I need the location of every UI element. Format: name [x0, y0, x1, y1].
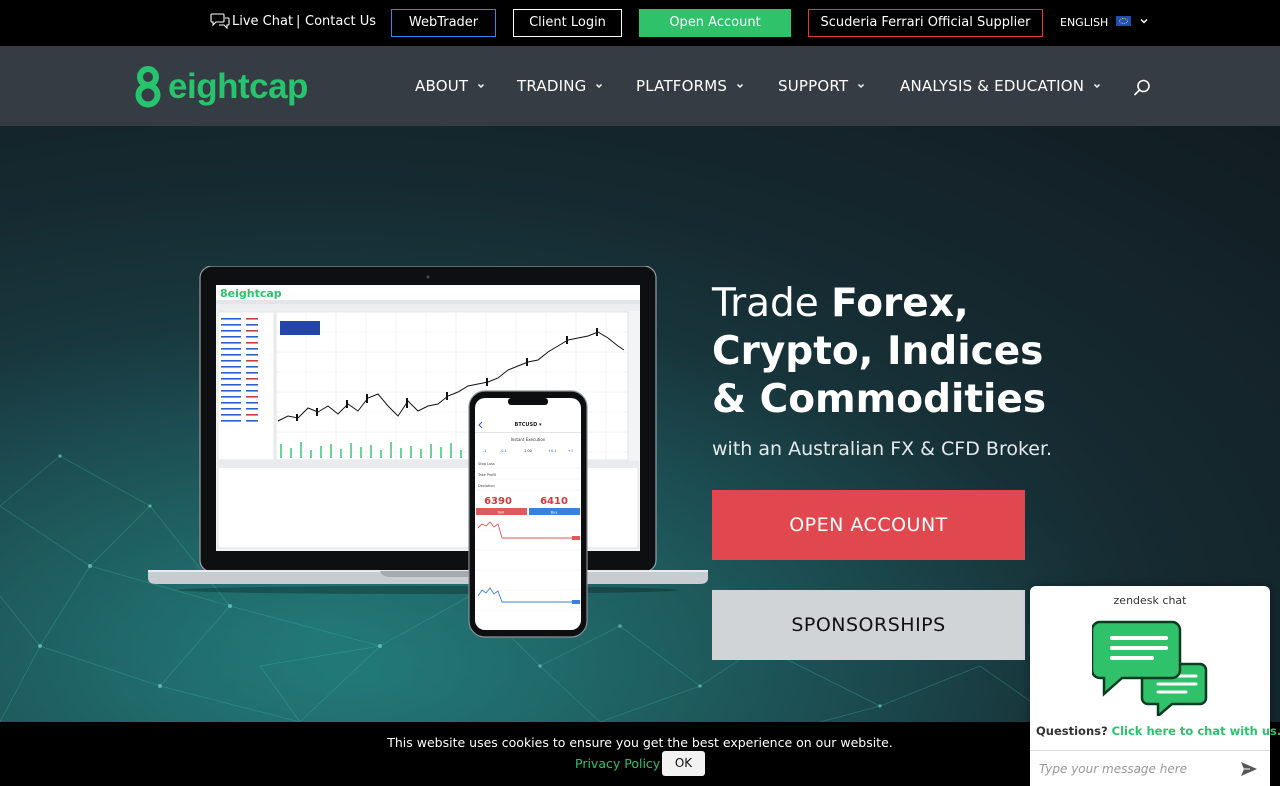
svg-text:Buy: Buy — [551, 511, 559, 515]
headline-lead: Trade — [712, 281, 832, 326]
zendesk-question[interactable]: Questions? Click here to chat with us. — [1036, 724, 1280, 738]
svg-text:BTCUSD ▾: BTCUSD ▾ — [515, 422, 542, 428]
topbar-separator: | — [296, 14, 301, 29]
privacy-policy-link[interactable]: Privacy Policy — [575, 756, 660, 771]
svg-text:-1: -1 — [483, 449, 487, 453]
nav-analysis-label: ANALYSIS & EDUCATION — [900, 77, 1085, 95]
svg-text:8eightcap: 8eightcap — [220, 287, 282, 300]
logo-text: eightcap — [168, 67, 308, 106]
zendesk-message-input[interactable] — [1039, 759, 1234, 779]
eightcap-logo[interactable]: eightcap — [132, 66, 308, 108]
nav-about[interactable]: ABOUT — [415, 77, 486, 95]
zendesk-chat-link[interactable]: Click here to chat with us. — [1112, 724, 1280, 738]
hero-subline: with an Australian FX & CFD Broker. — [712, 438, 1053, 460]
nav-platforms-label: PLATFORMS — [636, 77, 728, 95]
headline-line-1: Forex, — [831, 281, 969, 326]
nav-trading[interactable]: TRADING — [517, 77, 604, 95]
nav-analysis-education[interactable]: ANALYSIS & EDUCATION — [900, 77, 1102, 95]
nav-support-label: SUPPORT — [778, 77, 849, 95]
send-icon[interactable] — [1240, 761, 1258, 777]
cookie-ok-button[interactable]: OK — [662, 751, 705, 776]
nav-trading-label: TRADING — [517, 77, 587, 95]
chevron-down-icon — [737, 83, 744, 89]
svg-text:+0.1: +0.1 — [548, 449, 557, 453]
svg-text:Take Profit: Take Profit — [477, 473, 497, 477]
chat-icon[interactable] — [210, 12, 230, 30]
svg-text:Stop Loss: Stop Loss — [478, 462, 495, 466]
open-account-top-button[interactable]: Open Account — [639, 9, 791, 37]
svg-text:Sell: Sell — [498, 511, 505, 515]
contact-us-link[interactable]: Contact Us — [305, 14, 376, 29]
chevron-down-icon — [596, 83, 603, 89]
headline-line-3: & Commodities — [712, 377, 1047, 422]
svg-text:Deviation: Deviation — [478, 484, 495, 488]
svg-text:Instant Execution: Instant Execution — [511, 437, 546, 442]
svg-text:6390: 6390 — [484, 496, 512, 507]
ferrari-supplier-button[interactable]: Scuderia Ferrari Official Supplier — [808, 9, 1043, 37]
nav-support[interactable]: SUPPORT — [778, 77, 866, 95]
chevron-down-icon — [1094, 83, 1101, 89]
hero-headline: Trade Forex, Crypto, Indices & Commoditi… — [712, 280, 1132, 424]
webtrader-button[interactable]: WebTrader — [391, 9, 496, 37]
svg-text:1.00: 1.00 — [524, 449, 532, 453]
live-chat-link[interactable]: Live Chat — [232, 14, 293, 29]
eu-flag-icon — [1116, 16, 1131, 26]
zendesk-chat-widget[interactable]: zendesk chat Questions? Click here to ch… — [1030, 586, 1280, 786]
logo-eight-icon — [135, 66, 161, 108]
open-account-button[interactable]: OPEN ACCOUNT — [712, 490, 1025, 560]
main-header: eightcap ABOUT TRADING PLATFORMS SUPPORT… — [0, 46, 1280, 126]
chat-bubbles-icon[interactable] — [1092, 620, 1208, 716]
headline-line-2: Crypto, Indices — [712, 329, 1044, 374]
zendesk-title: zendesk chat — [1113, 594, 1187, 607]
chevron-down-icon — [478, 83, 485, 89]
nav-platforms[interactable]: PLATFORMS — [636, 77, 745, 95]
zendesk-question-label: Questions? — [1036, 724, 1108, 738]
svg-text:6410: 6410 — [540, 496, 568, 507]
search-icon[interactable] — [1132, 78, 1152, 98]
laptop-platform-mockup: 8eightcap — [148, 266, 708, 594]
sponsorships-button[interactable]: SPONSORSHIPS — [712, 590, 1025, 660]
top-bar: Live Chat | Contact Us WebTrader Client … — [0, 0, 1280, 46]
svg-text:+1: +1 — [568, 449, 573, 453]
language-selector[interactable]: ENGLISH — [1060, 16, 1108, 29]
nav-about-label: ABOUT — [415, 77, 469, 95]
phone-platform-mockup: BTCUSD ▾ Instant Execution -1 -0.1 1.00 +0.… — [468, 390, 588, 638]
chevron-down-icon[interactable] — [1139, 16, 1149, 26]
client-login-button[interactable]: Client Login — [513, 9, 622, 37]
zendesk-message-bar — [1030, 750, 1270, 786]
chevron-down-icon — [858, 83, 865, 89]
svg-text:-0.1: -0.1 — [500, 449, 507, 453]
